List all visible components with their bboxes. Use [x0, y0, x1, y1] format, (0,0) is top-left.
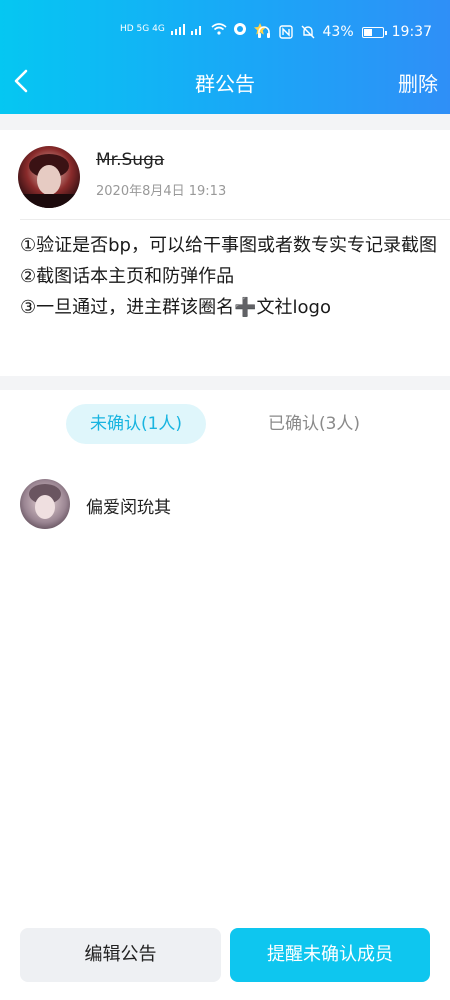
section-gap: [0, 114, 450, 130]
battery-fill: [363, 28, 373, 36]
announcement-line: ③一旦通过，进主群该圈名➕文社logo: [20, 297, 331, 318]
headphone-icon: [257, 26, 270, 38]
status-bar: HD 5G 4G 43% 19:37: [0, 18, 450, 50]
mute-bell-icon: [301, 25, 315, 39]
network-indicators: HD 5G 4G: [120, 22, 267, 36]
remind-unconfirmed-button[interactable]: 提醒未确认成员: [230, 928, 430, 982]
status-time: 19:37: [391, 24, 432, 40]
wifi-icon: [211, 23, 227, 35]
avatar-image: [18, 146, 80, 208]
tab-unconfirmed[interactable]: 未确认(1人): [66, 404, 206, 444]
author-avatar[interactable]: [18, 146, 80, 208]
signal-icon: [170, 24, 201, 35]
nfc-icon: [278, 25, 293, 39]
network-label: HD 5G 4G: [120, 24, 165, 34]
system-indicators: 43% 19:37: [257, 24, 432, 40]
battery-icon: [361, 26, 387, 38]
tab-confirmed[interactable]: 已确认(3人): [244, 404, 384, 444]
divider: [20, 219, 450, 220]
member-avatar: [20, 479, 70, 529]
section-gap: [0, 376, 450, 390]
announcement-content: ①验证是否bp，可以给干事图或者数专实专记录截图 ②截图话本主页和防弹作品 ③一…: [20, 230, 440, 323]
edit-announcement-button[interactable]: 编辑公告: [20, 928, 221, 982]
delete-button[interactable]: 删除: [398, 68, 438, 97]
announcement-line: ①验证是否bp，可以给干事图或者数专实专记录截图: [20, 235, 437, 256]
app-notification-icon: [233, 23, 246, 35]
battery-percent: 43%: [322, 24, 354, 40]
announcement-card: Mr.Suga 2020年8月4日 19:13 ①验证是否bp，可以给干事图或者…: [0, 130, 450, 376]
app-header: HD 5G 4G 43% 19:37 群公告 删除: [0, 0, 450, 114]
member-name: 偏爱闵玧其: [86, 498, 171, 518]
page-title: 群公告: [195, 72, 255, 96]
post-time: 2020年8月4日 19:13: [96, 184, 227, 199]
announcement-line: ②截图话本主页和防弹作品: [20, 266, 235, 287]
avatar-image: [20, 479, 70, 529]
list-item[interactable]: 偏爱闵玧其: [20, 479, 440, 531]
author-name: Mr.Suga: [96, 150, 165, 170]
